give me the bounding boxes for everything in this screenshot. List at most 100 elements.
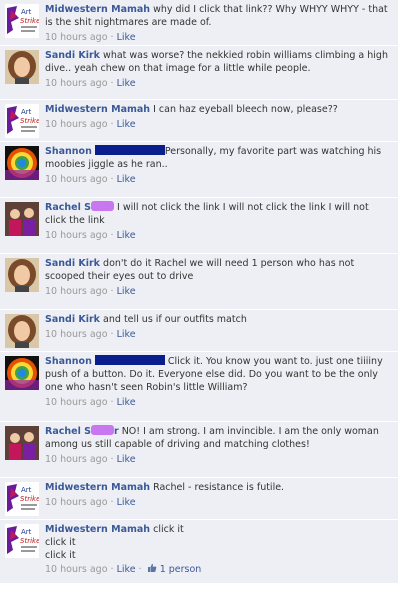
avatar-midwestern-mamah[interactable]: Art Strike (5, 4, 39, 38)
avatar-midwestern-mamah[interactable]: Art Strike (5, 104, 39, 138)
comment-author[interactable]: Rachel S (45, 426, 91, 437)
comment-item: Rachel S I will not click the link I wil… (0, 198, 398, 254)
comment-timestamp[interactable]: 10 hours ago (45, 230, 108, 241)
meta-separator: · (110, 286, 114, 297)
like-count-link[interactable]: 1 person (160, 564, 202, 575)
shannon-avatar-icon (5, 356, 39, 390)
comment-author[interactable]: Shannon (45, 356, 92, 367)
meta-separator: · (110, 32, 114, 43)
like-link[interactable]: Like (117, 119, 136, 130)
meta-separator: · (138, 564, 142, 575)
comment-timestamp[interactable]: 10 hours ago (45, 564, 108, 575)
meta-separator: · (110, 497, 114, 508)
like-link[interactable]: Like (117, 564, 136, 575)
comment-timestamp[interactable]: 10 hours ago (45, 78, 108, 89)
comment-author[interactable]: Midwestern Mamah (45, 4, 150, 15)
comment-text: I can haz eyeball bleech now, please?? (153, 104, 338, 115)
like-link[interactable]: Like (117, 174, 136, 185)
comment-author[interactable]: Sandi Kirk (45, 50, 100, 61)
svg-text:Art: Art (21, 486, 32, 494)
like-link[interactable]: Like (117, 286, 136, 297)
comment-timestamp[interactable]: 10 hours ago (45, 174, 108, 185)
comment-author[interactable]: Shannon (45, 146, 92, 157)
like-link[interactable]: Like (117, 78, 136, 89)
meta-separator: · (110, 454, 114, 465)
comment-item: Shannon Click it. You know you want to. … (0, 352, 398, 422)
avatar-sandi-kirk[interactable] (5, 258, 39, 292)
redaction-bar (94, 145, 165, 155)
comment-timestamp[interactable]: 10 hours ago (45, 119, 108, 130)
avatar-rachel[interactable] (5, 202, 39, 236)
comment-timestamp[interactable]: 10 hours ago (45, 32, 108, 43)
svg-text:Art: Art (21, 108, 32, 116)
meta-separator: · (110, 329, 114, 340)
comment-text-line: click it (45, 550, 76, 561)
comment-author[interactable]: Rachel S (45, 202, 91, 213)
mamah-avatar-icon: Art Strike (5, 524, 39, 558)
comment-timestamp[interactable]: 10 hours ago (45, 329, 108, 340)
comment-text-line: click it (45, 537, 76, 548)
like-link[interactable]: Like (117, 454, 136, 465)
like-link[interactable]: Like (117, 230, 136, 241)
shannon-avatar-icon (5, 146, 39, 180)
svg-text:Strike: Strike (20, 117, 39, 125)
comment-author-tail[interactable]: r (114, 426, 119, 437)
comment-item: Rachel Sr NO! I am strong. I am invincib… (0, 422, 398, 478)
comment-feed: Art Strike Midwestern Mamah why did I cl… (0, 0, 398, 584)
mamah-avatar-icon: Art Strike (5, 4, 39, 38)
comment-item: Art Strike Midwestern Mamah I can haz ey… (0, 100, 398, 142)
svg-text:Art: Art (21, 528, 32, 536)
svg-text:Art: Art (21, 8, 32, 16)
comment-item: Art Strike Midwestern Mamah Rachel - res… (0, 478, 398, 520)
like-link[interactable]: Like (117, 32, 136, 43)
svg-text:Strike: Strike (20, 537, 39, 545)
comment-timestamp[interactable]: 10 hours ago (45, 397, 108, 408)
meta-separator: · (110, 174, 114, 185)
avatar-shannon[interactable] (5, 146, 39, 180)
meta-separator: · (110, 230, 114, 241)
comment-item: Art Strike Midwestern Mamah why did I cl… (0, 0, 398, 46)
comment-item: Shannon Personally, my favorite part was… (0, 142, 398, 198)
like-link[interactable]: Like (117, 497, 136, 508)
like-link[interactable]: Like (117, 329, 136, 340)
comment-text: and tell us if our outfits match (103, 314, 247, 325)
comment-text: Rachel - resistance is futile. (153, 482, 285, 493)
meta-separator: · (110, 564, 114, 575)
comment-timestamp[interactable]: 10 hours ago (45, 286, 108, 297)
redaction-bar (90, 425, 114, 435)
avatar-rachel[interactable] (5, 426, 39, 460)
comment-text: click it (153, 524, 184, 535)
avatar-midwestern-mamah[interactable]: Art Strike (5, 524, 39, 558)
avatar-shannon[interactable] (5, 356, 39, 390)
thumbs-up-icon (147, 563, 157, 573)
meta-separator: · (110, 119, 114, 130)
sandi-avatar-icon (5, 50, 39, 84)
meta-separator: · (110, 397, 114, 408)
comment-author[interactable]: Midwestern Mamah (45, 524, 150, 535)
redaction-bar (90, 201, 114, 211)
comment-item: Sandi Kirk and tell us if our outfits ma… (0, 310, 398, 352)
meta-separator: · (110, 78, 114, 89)
comment-timestamp[interactable]: 10 hours ago (45, 454, 108, 465)
comment-author[interactable]: Sandi Kirk (45, 258, 100, 269)
rachel-avatar-icon (5, 202, 39, 236)
comment-item: Sandi Kirk don't do it Rachel we will ne… (0, 254, 398, 310)
redaction-bar (94, 355, 165, 365)
comment-item: Art Strike Midwestern Mamah click it cli… (0, 520, 398, 584)
svg-text:Strike: Strike (20, 495, 39, 503)
comment-item: Sandi Kirk what was worse? the nekkied r… (0, 46, 398, 100)
avatar-sandi-kirk[interactable] (5, 50, 39, 84)
mamah-avatar-icon: Art Strike (5, 104, 39, 138)
svg-text:Strike: Strike (20, 17, 39, 25)
comment-timestamp[interactable]: 10 hours ago (45, 497, 108, 508)
comment-author[interactable]: Midwestern Mamah (45, 104, 150, 115)
mamah-avatar-icon: Art Strike (5, 482, 39, 516)
comment-author[interactable]: Midwestern Mamah (45, 482, 150, 493)
comment-author[interactable]: Sandi Kirk (45, 314, 100, 325)
sandi-avatar-icon (5, 314, 39, 348)
avatar-sandi-kirk[interactable] (5, 314, 39, 348)
like-link[interactable]: Like (117, 397, 136, 408)
sandi-avatar-icon (5, 258, 39, 292)
avatar-midwestern-mamah[interactable]: Art Strike (5, 482, 39, 516)
rachel-avatar-icon (5, 426, 39, 460)
